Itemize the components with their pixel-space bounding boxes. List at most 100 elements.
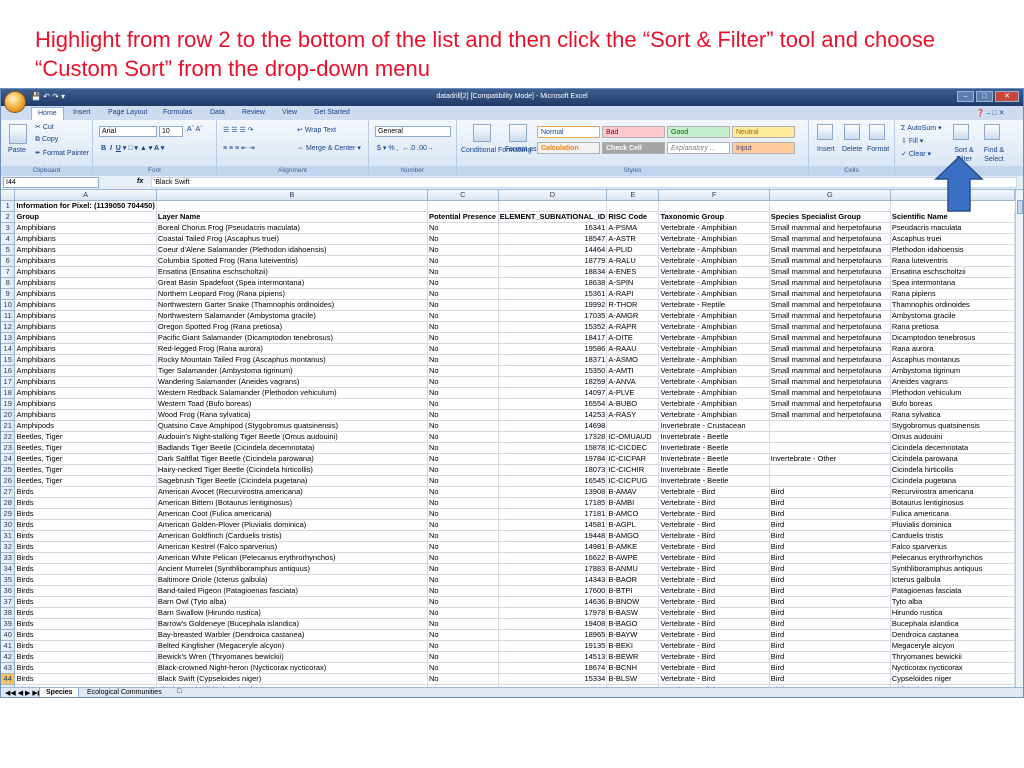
cell[interactable]	[606, 420, 660, 432]
cell[interactable]: Falco sparverius	[890, 541, 1015, 553]
cell[interactable]: Thryomanes bewickii	[890, 651, 1015, 663]
cell[interactable]: Amphibians	[14, 398, 157, 410]
cell[interactable]: No	[427, 442, 499, 454]
cell[interactable]: Hirundo rustica	[890, 607, 1015, 619]
cell[interactable]: 18638	[498, 277, 608, 289]
cell[interactable]: Birds	[14, 629, 157, 641]
cell[interactable]: Tiger Salamander (Ambystoma tigrinum)	[156, 365, 428, 377]
cell[interactable]	[427, 200, 499, 212]
cell[interactable]: A-ASTR	[606, 233, 660, 245]
cell[interactable]: American Coot (Fulica americana)	[156, 508, 428, 520]
cell[interactable]: Dendroica castanea	[890, 629, 1015, 641]
cell[interactable]: Rocky Mountain Tailed Frog (Ascaphus mon…	[156, 354, 428, 366]
column-header-d[interactable]: D	[498, 190, 608, 201]
cell[interactable]: RISC Code	[606, 211, 660, 223]
style-normal[interactable]: Normal	[537, 126, 600, 138]
cell[interactable]: Amphibians	[14, 299, 157, 311]
cell[interactable]: Vertebrate - Amphibian	[658, 244, 770, 256]
row-header[interactable]: 39	[1, 618, 16, 630]
cell[interactable]: Small mammal and herpetofauna	[769, 332, 891, 344]
cell[interactable]: Black-crowned Night-heron (Nycticorax ny…	[156, 662, 428, 674]
cell[interactable]	[769, 442, 891, 454]
cell[interactable]: 14513	[498, 651, 608, 663]
cell[interactable]: IC-CICPAR	[606, 453, 660, 465]
fill-button[interactable]: ⇩ Fill ▾	[901, 137, 923, 145]
cell[interactable]: Amphipods	[14, 420, 157, 432]
align-top-icons[interactable]: ☰ ☰ ☰ ↷	[223, 126, 254, 134]
row-header[interactable]: 40	[1, 629, 16, 641]
cell[interactable]	[769, 464, 891, 476]
cell[interactable]: No	[427, 255, 499, 267]
row-header[interactable]: 20	[1, 409, 16, 421]
cell[interactable]: Scientific Name	[890, 211, 1015, 223]
cell[interactable]: Bird	[769, 585, 891, 597]
format-button[interactable]: Format	[867, 146, 889, 153]
formula-input[interactable]: 'Black Swift	[151, 177, 1017, 188]
cell[interactable]: IC-OMUAUD	[606, 431, 660, 443]
cell[interactable]: Vertebrate - Bird	[658, 651, 770, 663]
cell[interactable]: Vertebrate - Reptile	[658, 299, 770, 311]
cell[interactable]: Amphibians	[14, 354, 157, 366]
cell[interactable]: No	[427, 299, 499, 311]
cell[interactable]: American Kestrel (Falco sparverius)	[156, 541, 428, 553]
cell[interactable]: Aneides vagrans	[890, 376, 1015, 388]
cell[interactable]: Birds	[14, 497, 157, 509]
cell[interactable]: Beetles, Tiger	[14, 442, 157, 454]
cell[interactable]: No	[427, 244, 499, 256]
cell[interactable]: Carduelis tristis	[890, 530, 1015, 542]
cell[interactable]: 15350	[498, 365, 608, 377]
cell[interactable]: Cypseloides niger	[890, 673, 1015, 685]
sheet-tab-species[interactable]: Species	[39, 688, 80, 697]
cell[interactable]: B-BASW	[606, 607, 660, 619]
row-header[interactable]: 22	[1, 431, 16, 443]
cell[interactable]: Bird	[769, 541, 891, 553]
align-horizontal-icons[interactable]: ≡ ≡ ≡ ⇤ ⇥	[223, 144, 255, 152]
cell[interactable]	[769, 420, 891, 432]
cell[interactable]: Vertebrate - Bird	[658, 519, 770, 531]
cell[interactable]: Northwestern Salamander (Ambystoma graci…	[156, 310, 428, 322]
cell[interactable]: Amphibians	[14, 222, 157, 234]
row-header[interactable]: 25	[1, 464, 16, 476]
cell[interactable]: Birds	[14, 607, 157, 619]
cell[interactable]: 14981	[498, 541, 608, 553]
row-header[interactable]: 30	[1, 519, 16, 531]
tab-review[interactable]: Review	[242, 109, 265, 116]
cell[interactable]: No	[427, 640, 499, 652]
cell[interactable]: No	[427, 596, 499, 608]
cell[interactable]: Birds	[14, 662, 157, 674]
cell[interactable]: Bird	[769, 596, 891, 608]
cell[interactable]: Audouin's Night-stalking Tiger Beetle (O…	[156, 431, 428, 443]
cell[interactable]: Vertebrate - Amphibian	[658, 354, 770, 366]
cell[interactable]: Quatsino Cave Amphipod (Stygobromus quat…	[156, 420, 428, 432]
cell[interactable]: No	[427, 563, 499, 575]
cell[interactable]: Small mammal and herpetofauna	[769, 288, 891, 300]
cell[interactable]: No	[427, 365, 499, 377]
row-header[interactable]: 38	[1, 607, 16, 619]
cell[interactable]: 19448	[498, 530, 608, 542]
cell[interactable]: Potential Presence	[427, 211, 499, 223]
cell[interactable]: Ascaphus truei	[890, 233, 1015, 245]
format-painter-button[interactable]: ✒ Format Painter	[35, 149, 89, 157]
cell[interactable]: A-RAAU	[606, 343, 660, 355]
cell[interactable]: Vertebrate - Amphibian	[658, 332, 770, 344]
cell[interactable]: A-RAPI	[606, 288, 660, 300]
cell[interactable]: Birds	[14, 596, 157, 608]
vertical-scrollbar[interactable]	[1015, 190, 1023, 687]
tab-formulas[interactable]: Formulas	[163, 109, 192, 116]
cell[interactable]: American Golden-Plover (Pluvialis domini…	[156, 519, 428, 531]
cell[interactable]: Amphibians	[14, 409, 157, 421]
row-header[interactable]: 37	[1, 596, 16, 608]
cell[interactable]: Bird	[769, 673, 891, 685]
cell[interactable]: Invertebrate - Beetle	[658, 442, 770, 454]
cell[interactable]: Vertebrate - Amphibian	[658, 288, 770, 300]
cell[interactable]: B-AMBI	[606, 497, 660, 509]
style-input[interactable]: Input	[732, 142, 795, 154]
cell[interactable]: 14464	[498, 244, 608, 256]
cell[interactable]: No	[427, 541, 499, 553]
conditional-formatting-icon[interactable]	[473, 124, 491, 142]
office-button[interactable]	[4, 91, 26, 113]
column-header-a[interactable]: A	[14, 190, 157, 201]
cell[interactable]: Vertebrate - Amphibian	[658, 310, 770, 322]
cell[interactable]: B-BNOW	[606, 596, 660, 608]
insert-button[interactable]: Insert	[817, 146, 835, 153]
